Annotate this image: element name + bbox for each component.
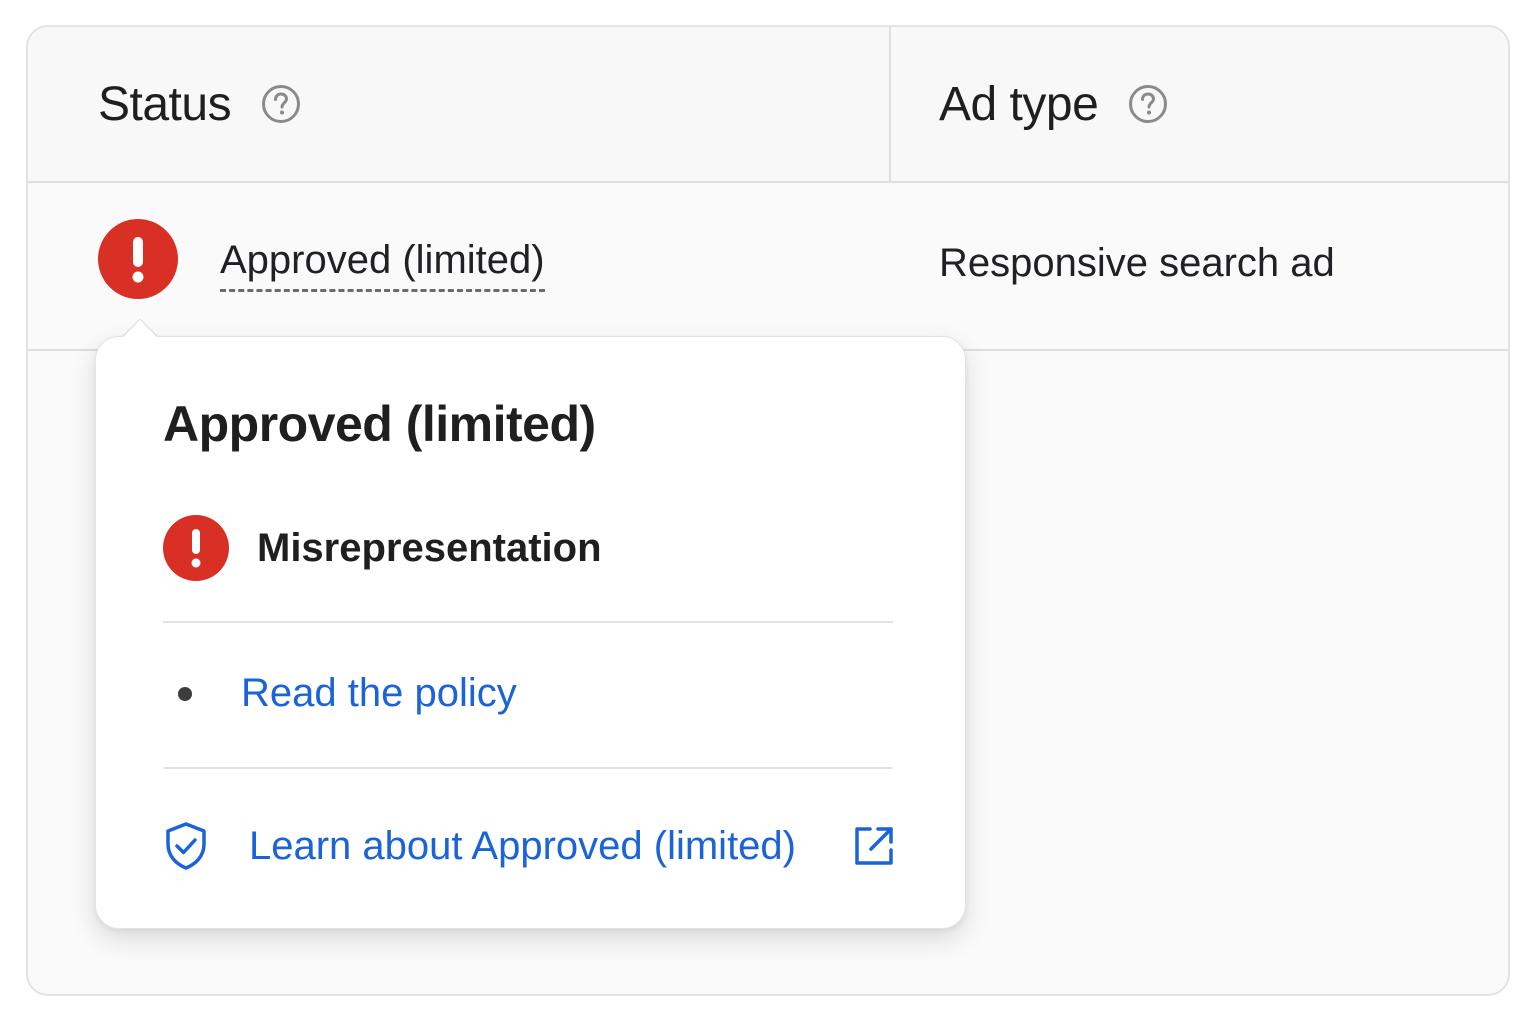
- error-icon: [98, 219, 178, 299]
- column-header-label: Status: [98, 77, 232, 131]
- shield-check-icon: [163, 821, 209, 871]
- status-popover: Approved (limited) Misrepresentation Rea…: [95, 336, 966, 929]
- error-icon: [163, 515, 229, 581]
- status-link[interactable]: Approved (limited): [220, 238, 545, 292]
- ad-type-value: Responsive search ad: [939, 241, 1335, 285]
- column-header-ad-type: Ad type: [939, 27, 1168, 181]
- table-header-row: Status Ad type: [28, 27, 1508, 183]
- help-icon[interactable]: [1128, 84, 1168, 124]
- read-policy-link[interactable]: Read the policy: [241, 671, 517, 716]
- learn-approved-limited-link[interactable]: Learn about Approved (limited): [249, 824, 796, 869]
- open-in-new-icon[interactable]: [852, 824, 896, 868]
- divider: [163, 621, 893, 623]
- policy-issue: Misrepresentation: [163, 515, 602, 581]
- table-row: Approved (limited) Responsive search ad: [28, 183, 1508, 351]
- bullet-icon: [178, 686, 192, 701]
- status-cell: Approved (limited): [98, 219, 545, 299]
- learn-more-row: Learn about Approved (limited): [163, 821, 896, 871]
- policy-list-item: Read the policy: [178, 671, 517, 716]
- popover-caret: [122, 320, 158, 338]
- column-header-status: Status: [98, 27, 301, 181]
- popover-title: Approved (limited): [163, 396, 596, 452]
- column-header-label: Ad type: [939, 77, 1099, 131]
- policy-issue-label: Misrepresentation: [257, 525, 602, 570]
- help-icon[interactable]: [261, 84, 301, 124]
- divider: [163, 767, 893, 769]
